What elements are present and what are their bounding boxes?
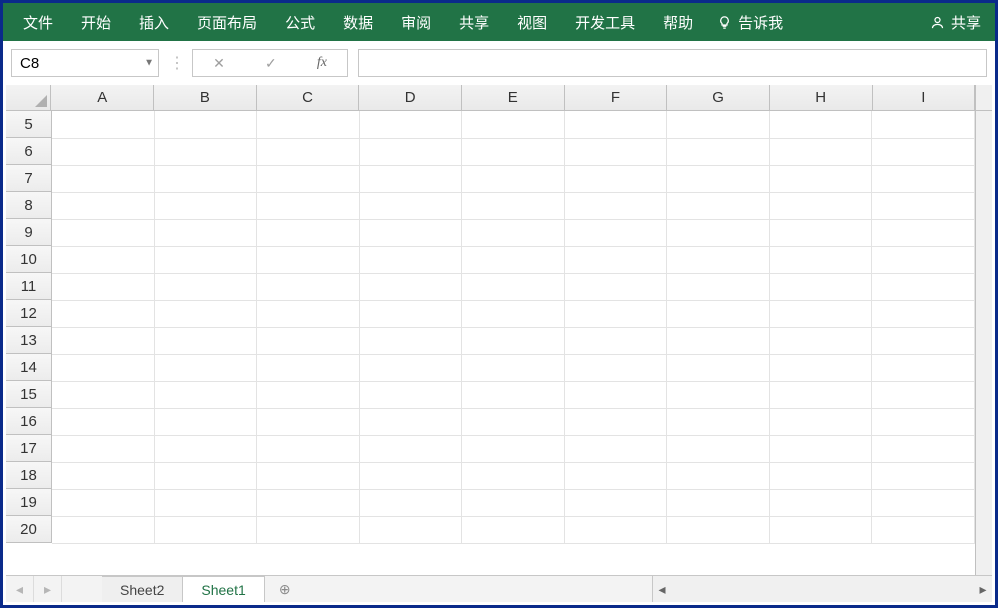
sheet-nav-next[interactable]: ▸ <box>34 576 62 602</box>
row-header[interactable]: 7 <box>6 165 52 192</box>
add-sheet-button[interactable]: ⊕ <box>265 576 305 602</box>
ribbon-tab-view[interactable]: 视图 <box>503 3 561 41</box>
row-header[interactable]: 18 <box>6 462 52 489</box>
row-header[interactable]: 14 <box>6 354 52 381</box>
select-all-corner[interactable] <box>6 85 51 110</box>
row-header[interactable]: 6 <box>6 138 52 165</box>
column-header[interactable]: F <box>565 85 668 110</box>
sheet-tab-active[interactable]: Sheet1 <box>183 576 264 602</box>
share-label: 共享 <box>951 12 981 33</box>
enter-icon[interactable]: ✓ <box>265 55 277 72</box>
sheet-area: A B C D E F G H I 5 6 7 8 9 10 11 12 13 … <box>6 85 992 575</box>
row-header[interactable]: 19 <box>6 489 52 516</box>
ribbon-tab-home[interactable]: 开始 <box>67 3 125 41</box>
person-icon <box>930 15 945 30</box>
row-header[interactable]: 13 <box>6 327 52 354</box>
tell-me-label: 告诉我 <box>738 12 783 33</box>
share-button[interactable]: 共享 <box>922 12 989 33</box>
vertical-scrollbar-top[interactable] <box>975 85 992 110</box>
hscroll-track[interactable] <box>671 576 974 602</box>
name-box-value: C8 <box>20 55 39 72</box>
sheet-tab-bar: ◂ ▸ Sheet2 Sheet1 ⊕ ◂ ▸ <box>6 575 992 602</box>
ribbon-tab-share[interactable]: 共享 <box>445 3 503 41</box>
column-header[interactable]: I <box>873 85 976 110</box>
grip-icon: ⋮ <box>169 53 182 73</box>
row-header[interactable]: 9 <box>6 219 52 246</box>
ribbon-tab-formulas[interactable]: 公式 <box>271 3 329 41</box>
cancel-icon[interactable]: ✕ <box>213 55 225 72</box>
formula-bar: C8 ▼ ⋮ ✕ ✓ fx <box>3 41 995 81</box>
sheet-nav-prev[interactable]: ◂ <box>6 576 34 602</box>
ribbon-tab-file[interactable]: 文件 <box>9 3 67 41</box>
column-header[interactable]: A <box>51 85 154 110</box>
row-header[interactable]: 10 <box>6 246 52 273</box>
hscroll-right-icon[interactable]: ▸ <box>974 576 992 602</box>
lightbulb-icon <box>717 15 732 30</box>
fx-icon[interactable]: fx <box>317 55 327 71</box>
row-header[interactable]: 20 <box>6 516 52 543</box>
column-header[interactable]: B <box>154 85 257 110</box>
column-header[interactable]: H <box>770 85 873 110</box>
ribbon-tab-insert[interactable]: 插入 <box>125 3 183 41</box>
sheet-tab[interactable]: Sheet2 <box>102 576 183 602</box>
ribbon: 文件 开始 插入 页面布局 公式 数据 审阅 共享 视图 开发工具 帮助 告诉我… <box>3 3 995 41</box>
vertical-scrollbar[interactable] <box>975 111 992 575</box>
ribbon-tab-help[interactable]: 帮助 <box>649 3 707 41</box>
ribbon-tab-data[interactable]: 数据 <box>329 3 387 41</box>
column-header[interactable]: C <box>257 85 360 110</box>
ribbon-tab-review[interactable]: 审阅 <box>387 3 445 41</box>
name-box[interactable]: C8 ▼ <box>11 49 159 77</box>
ribbon-tab-pagelayout[interactable]: 页面布局 <box>183 3 271 41</box>
formula-input[interactable] <box>358 49 987 77</box>
ribbon-tab-developer[interactable]: 开发工具 <box>561 3 649 41</box>
row-header[interactable]: 5 <box>6 111 52 138</box>
column-header[interactable]: D <box>359 85 462 110</box>
row-header[interactable]: 15 <box>6 381 52 408</box>
column-header[interactable]: G <box>667 85 770 110</box>
column-header[interactable]: E <box>462 85 565 110</box>
hscroll-left-icon[interactable]: ◂ <box>653 576 671 602</box>
column-header-row: A B C D E F G H I <box>6 85 992 111</box>
row-header[interactable]: 17 <box>6 435 52 462</box>
row-header-column: 5 6 7 8 9 10 11 12 13 14 15 16 17 18 19 … <box>6 111 52 575</box>
row-header[interactable]: 12 <box>6 300 52 327</box>
formula-buttons: ✕ ✓ fx <box>192 49 348 77</box>
horizontal-scrollbar[interactable]: ◂ ▸ <box>652 576 992 602</box>
row-header[interactable]: 11 <box>6 273 52 300</box>
tell-me-button[interactable]: 告诉我 <box>707 12 793 33</box>
row-header[interactable]: 16 <box>6 408 52 435</box>
cell-grid[interactable] <box>52 111 975 575</box>
chevron-down-icon[interactable]: ▼ <box>144 58 154 69</box>
row-header[interactable]: 8 <box>6 192 52 219</box>
